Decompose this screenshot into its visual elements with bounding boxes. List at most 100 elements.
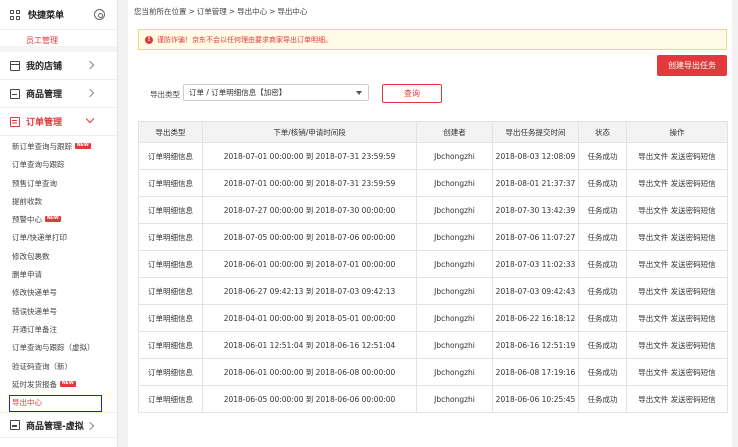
cell-actions[interactable]: 导出文件 发送密码短信	[626, 331, 728, 359]
cell-submit-time: 2018-08-03 12:08:09	[492, 142, 579, 170]
cell-submit-time: 2018-06-06 10:25:45	[492, 385, 579, 413]
cell-creator: Jbchongzhi	[416, 142, 493, 170]
sidebar-section-label: 商品管理	[26, 90, 63, 100]
column-header: 导出类型	[138, 121, 203, 143]
cell-status: 任务成功	[578, 277, 627, 305]
sidebar-subitem-label: 订单查询与跟踪（虚拟）	[12, 343, 95, 353]
gear-icon[interactable]	[94, 9, 105, 20]
sidebar-subitem-label: 提前收款	[12, 196, 42, 206]
table-header-row: 导出类型 下单/核销/申请时间段 创建者 导出任务提交时间 状态 操作	[138, 121, 728, 143]
chevron-right-icon	[85, 88, 95, 98]
sidebar-subitem-label: 验证码查询（新）	[12, 361, 72, 371]
cell-creator: Jbchongzhi	[416, 196, 493, 224]
cell-actions[interactable]: 导出文件 发送密码短信	[626, 304, 728, 332]
sidebar-subitem[interactable]: 延时发货报备 NEW	[0, 376, 117, 394]
quick-menu-item-staff[interactable]: 员工管理	[0, 30, 117, 52]
cell-status: 任务成功	[578, 331, 627, 359]
cell-export-type: 订单明细信息	[138, 304, 203, 332]
cell-actions[interactable]: 导出文件 发送密码短信	[626, 277, 728, 305]
cell-time-range: 2018-07-01 00:00:00 到 2018-07-31 23:59:5…	[202, 142, 417, 170]
cell-actions[interactable]: 导出文件 发送密码短信	[626, 358, 728, 386]
cell-export-type: 订单明细信息	[138, 169, 203, 197]
sidebar-subitem[interactable]: 开通订单备注	[0, 321, 117, 339]
cell-actions[interactable]: 导出文件 发送密码短信	[626, 385, 728, 413]
chevron-down-icon	[85, 114, 95, 124]
cell-creator: Jbchongzhi	[416, 385, 493, 413]
table-row: 订单明细信息 2018-07-05 00:00:00 到 2018-07-06 0…	[138, 223, 728, 251]
cell-submit-time: 2018-06-16 12:51:19	[492, 331, 579, 359]
table-row: 订单明细信息 2018-06-01 00:00:00 到 2018-07-01 0…	[138, 250, 728, 278]
cell-submit-time: 2018-07-06 11:07:27	[492, 223, 579, 251]
order-icon	[10, 116, 20, 127]
sidebar-subitem-label: 错误快递单号	[12, 306, 57, 316]
sidebar-subitem[interactable]: 订单查询与跟踪	[0, 156, 117, 174]
sidebar-subitem[interactable]: 错误快递单号	[0, 303, 117, 321]
sidebar-subitem[interactable]: 导出中心	[0, 394, 117, 413]
sidebar-section-goods-virtual[interactable]: 商品管理-虚拟	[0, 412, 117, 439]
new-badge: NEW	[45, 216, 61, 223]
table-row: 订单明细信息 2018-04-01 00:00:00 到 2018-05-01 0…	[138, 304, 728, 332]
breadcrumb-item[interactable]: 导出中心	[277, 7, 307, 16]
cell-status: 任务成功	[578, 169, 627, 197]
breadcrumb-item[interactable]: 订单管理	[197, 7, 227, 16]
sidebar-subitem[interactable]: 删单申请	[0, 266, 117, 284]
selection-highlight-box	[9, 395, 102, 413]
sidebar: 快捷菜单 员工管理 我的店铺 商品管理 订单管理 新订单查询与跟踪 NEW 订单查询…	[0, 0, 118, 447]
sidebar-subitem[interactable]: 订单查询与跟踪（虚拟）	[0, 339, 117, 357]
sidebar-subitem[interactable]: 预售订单查询	[0, 175, 117, 193]
export-type-select[interactable]: 订单 / 订单明细信息【加密】	[183, 84, 369, 101]
table-row: 订单明细信息 2018-06-01 12:51:04 到 2018-06-16 1…	[138, 331, 728, 359]
cell-status: 任务成功	[578, 250, 627, 278]
breadcrumb-separator: >	[188, 7, 195, 16]
sidebar-subitem-label: 新订单查询与跟踪	[12, 142, 72, 151]
cell-status: 任务成功	[578, 142, 627, 170]
cell-time-range: 2018-06-01 00:00:00 到 2018-06-08 00:00:0…	[202, 358, 417, 386]
sidebar-subitem-label: 订单查询与跟踪	[12, 160, 65, 170]
create-export-task-button[interactable]: 创建导出任务	[657, 55, 727, 76]
table-row: 订单明细信息 2018-06-27 09:42:13 到 2018-07-03 0…	[138, 277, 728, 305]
cell-creator: Jbchongzhi	[416, 223, 493, 251]
cell-export-type: 订单明细信息	[138, 277, 203, 305]
cell-creator: Jbchongzhi	[416, 169, 493, 197]
cell-submit-time: 2018-08-01 21:37:37	[492, 169, 579, 197]
breadcrumb-item[interactable]: 导出中心	[237, 7, 267, 16]
caret-down-icon	[356, 91, 362, 95]
cell-actions[interactable]: 导出文件 发送密码短信	[626, 169, 728, 197]
query-button[interactable]: 查询	[382, 84, 442, 103]
table-row: 订单明细信息 2018-07-27 00:00:00 到 2018-07-30 0…	[138, 196, 728, 224]
cell-creator: Jbchongzhi	[416, 250, 493, 278]
sidebar-section-store[interactable]: 我的店铺	[0, 52, 117, 80]
cell-submit-time: 2018-06-08 17:19:16	[492, 358, 579, 386]
sidebar-subitem-label: 预警中心	[12, 215, 42, 225]
cell-status: 任务成功	[578, 385, 627, 413]
sidebar-subitem[interactable]: 新订单查询与跟踪 NEW	[0, 138, 117, 156]
sidebar-subitem[interactable]: 验证码查询（新）	[0, 358, 117, 376]
sidebar-section-orders[interactable]: 订单管理	[0, 108, 117, 136]
cell-actions[interactable]: 导出文件 发送密码短信	[626, 142, 728, 170]
cell-export-type: 订单明细信息	[138, 223, 203, 251]
cell-time-range: 2018-06-27 09:42:13 到 2018-07-03 09:42:1…	[202, 277, 417, 305]
sidebar-subitem[interactable]: 预警中心 NEW	[0, 211, 117, 229]
grid-icon	[10, 9, 20, 20]
cell-submit-time: 2018-07-03 11:02:33	[492, 250, 579, 278]
cell-actions[interactable]: 导出文件 发送密码短信	[626, 250, 728, 278]
export-task-table: 导出类型 下单/核销/申请时间段 创建者 导出任务提交时间 状态 操作 订单明细信息 201…	[138, 121, 728, 413]
sidebar-subitem[interactable]: 修改包裹数	[0, 248, 117, 266]
cell-export-type: 订单明细信息	[138, 196, 203, 224]
column-header: 导出任务提交时间	[492, 121, 579, 143]
cell-status: 任务成功	[578, 223, 627, 251]
sidebar-section-goods[interactable]: 商品管理	[0, 80, 117, 108]
table-row: 订单明细信息 2018-07-01 00:00:00 到 2018-07-31 2…	[138, 142, 728, 170]
sidebar-section-label: 我的店铺	[26, 62, 63, 72]
sidebar-subitem[interactable]: 订单/快递单打印	[0, 229, 117, 247]
cell-actions[interactable]: 导出文件 发送密码短信	[626, 223, 728, 251]
new-badge: NEW	[75, 143, 91, 149]
export-type-label: 导出类型	[150, 90, 180, 99]
sidebar-subitem-label: 修改快递单号	[12, 288, 57, 298]
cell-actions[interactable]: 导出文件 发送密码短信	[626, 196, 728, 224]
quick-menu-title: 快捷菜单	[28, 11, 65, 21]
cell-time-range: 2018-06-01 12:51:04 到 2018-06-16 12:51:0…	[202, 331, 417, 359]
sidebar-subitem[interactable]: 修改快递单号	[0, 284, 117, 302]
sidebar-subitem[interactable]: 提前收款	[0, 193, 117, 211]
quick-menu-header: 快捷菜单	[0, 0, 117, 30]
